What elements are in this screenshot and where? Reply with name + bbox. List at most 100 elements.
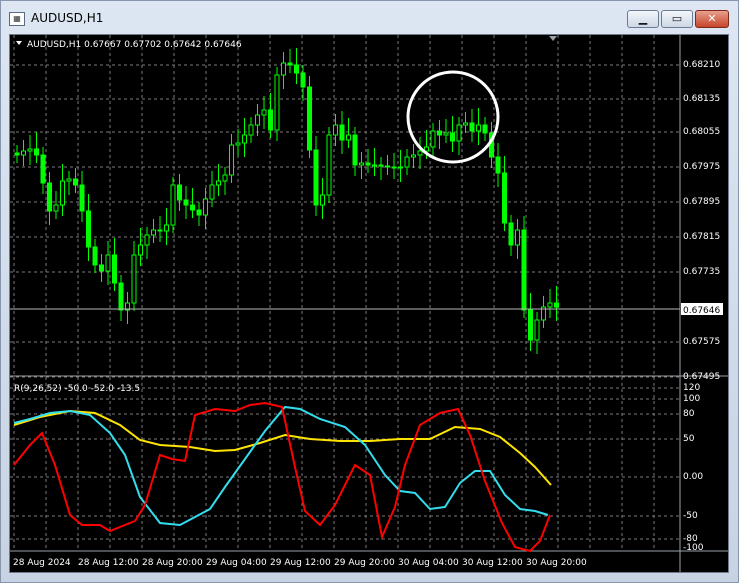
candle-body: [170, 184, 176, 226]
candle-body: [138, 244, 143, 256]
time-tick: 30 Aug 20:00: [526, 558, 587, 568]
candle-body: [469, 122, 475, 132]
candlesticks: [14, 48, 559, 354]
candle-body: [164, 224, 169, 232]
candle-body: [73, 178, 78, 186]
candle-body: [333, 124, 338, 136]
candle-body: [157, 229, 163, 232]
maximize-icon: ▭: [671, 12, 683, 25]
chart-area[interactable]: AUDUSD,H1 0.67667 0.67702 0.67642 0.6764…: [9, 34, 729, 573]
candle-body: [326, 134, 332, 196]
candle-body: [313, 149, 319, 206]
candle-body: [105, 254, 111, 272]
candle-body: [554, 302, 559, 308]
candle-body: [456, 124, 462, 142]
candle-body: [502, 172, 507, 224]
candle-body: [53, 204, 59, 212]
candle-body: [385, 165, 390, 168]
price-tick: 0.67975: [683, 162, 720, 172]
candle-body: [307, 86, 312, 151]
candle-body: [196, 209, 202, 216]
close-button[interactable]: ✕: [695, 10, 729, 28]
indicator-tick: 80: [683, 409, 695, 419]
price-tick: 0.68210: [683, 60, 720, 70]
candle-body: [352, 134, 358, 166]
candle-body: [378, 164, 384, 167]
candle-body: [521, 229, 527, 311]
window-title: AUDUSD,H1: [31, 11, 104, 25]
maximize-button[interactable]: ▭: [661, 10, 693, 28]
candle-body: [190, 204, 195, 211]
candle-body: [495, 156, 501, 174]
candle-body: [183, 199, 189, 206]
chart-canvas[interactable]: AUDUSD,H1 0.67667 0.67702 0.67642 0.6764…: [10, 35, 728, 572]
candle-body: [92, 246, 98, 266]
chart-window: ▦ AUDUSD,H1 ▁ ▭ ✕ AUDUSD,H1 0.67667 0.67…: [0, 0, 739, 583]
candle-body: [528, 309, 533, 341]
candle-body: [411, 154, 416, 158]
chart-window-icon: ▦: [9, 12, 25, 26]
minimize-button[interactable]: ▁: [627, 10, 659, 28]
candle-body: [131, 254, 137, 304]
indicator-tick: -100: [683, 543, 704, 553]
collapse-arrow-icon[interactable]: [16, 41, 22, 45]
candle-body: [430, 130, 436, 148]
time-tick: 29 Aug 20:00: [334, 558, 395, 568]
candle-body: [118, 282, 124, 311]
price-tick: 0.67575: [683, 337, 720, 347]
candle-body: [99, 264, 104, 272]
price-tick: 0.68135: [683, 94, 720, 104]
candle-body: [79, 184, 85, 212]
time-axis: 28 Aug 2024 28 Aug 12:00 28 Aug 20:00 29…: [13, 558, 587, 568]
chart-shift-marker-icon[interactable]: [549, 36, 557, 41]
price-tick: 0.67735: [683, 267, 720, 277]
candle-body: [515, 229, 520, 246]
candle-body: [177, 184, 182, 201]
indicator-tick: 100: [683, 394, 700, 404]
candle-body: [235, 142, 241, 146]
candle-body: [60, 180, 65, 206]
chart-header: AUDUSD,H1 0.67667 0.67702 0.67642 0.6764…: [27, 40, 242, 50]
candle-body: [359, 162, 364, 166]
time-tick: 30 Aug 12:00: [462, 558, 523, 568]
candle-body: [339, 124, 345, 141]
price-axis: 0.68210 0.68135 0.68055 0.67975 0.67895 …: [681, 60, 723, 382]
indicator-tick: -50: [683, 511, 698, 521]
candle-body: [40, 154, 46, 184]
indicator-axis: 120 100 80 50 0.00 -50 -80 -100: [683, 383, 704, 553]
candle-body: [222, 174, 228, 182]
candle-body: [534, 319, 540, 341]
candle-body: [404, 156, 410, 168]
title-bar[interactable]: ▦ AUDUSD,H1 ▁ ▭ ✕: [1, 1, 738, 35]
indicator-tick: 50: [683, 434, 695, 444]
candle-body: [508, 222, 514, 246]
candle-body: [287, 62, 293, 66]
time-tick: 28 Aug 12:00: [78, 558, 139, 568]
time-tick: 29 Aug 12:00: [270, 558, 331, 568]
indicator-tick: 0.00: [683, 472, 703, 482]
candle-body: [281, 62, 286, 76]
candle-body: [14, 152, 20, 156]
candle-body: [365, 162, 371, 166]
candle-body: [255, 114, 260, 126]
candle-body: [34, 148, 39, 156]
indicator-tick: 120: [683, 383, 700, 393]
candle-body: [274, 74, 280, 131]
candle-body: [268, 109, 273, 131]
candle-body: [203, 198, 208, 216]
candle-body: [398, 166, 403, 169]
candle-body: [86, 210, 91, 248]
candle-body: [450, 132, 455, 142]
current-price-value: 0.67646: [683, 306, 720, 316]
candle-body: [112, 254, 117, 284]
candle-body: [151, 229, 156, 236]
candle-body: [300, 72, 306, 88]
price-tick: 0.68055: [683, 127, 720, 137]
candle-body: [391, 166, 397, 169]
candle-body: [294, 64, 299, 74]
time-tick: 28 Aug 20:00: [142, 558, 203, 568]
candle-body: [229, 144, 234, 176]
price-tick: 0.67815: [683, 232, 720, 242]
time-tick: 29 Aug 04:00: [206, 558, 267, 568]
candle-body: [242, 134, 247, 144]
